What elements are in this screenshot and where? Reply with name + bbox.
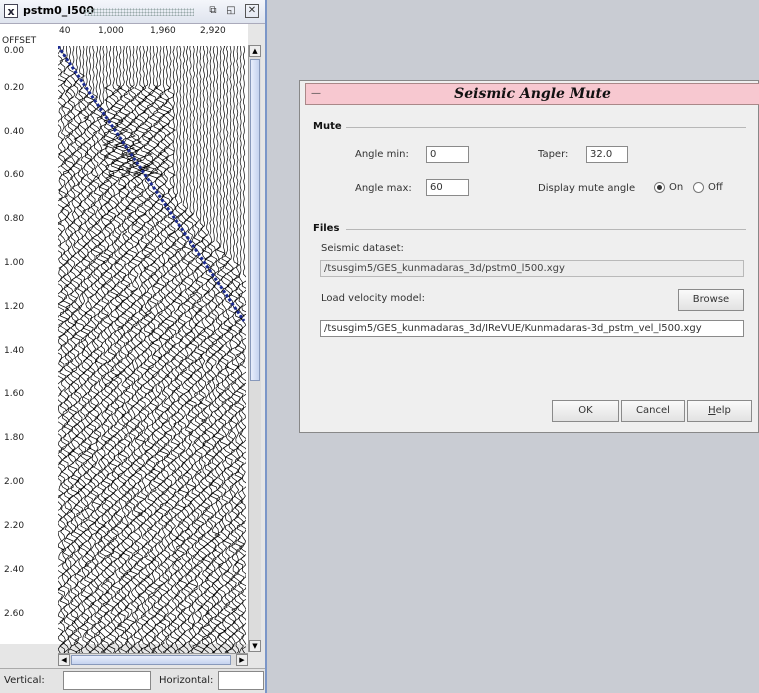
horizontal-label: Horizontal: [159,675,214,686]
window-menu-icon[interactable]: x [4,4,18,18]
scroll-down-icon[interactable]: ▼ [249,640,261,652]
radio-on-label: On [669,182,684,193]
maximize-icon[interactable]: ◱ [224,4,238,18]
y-tick-label: 2.00 [4,477,25,487]
radio-off-icon[interactable] [693,182,704,193]
ok-button[interactable]: OK [552,400,619,422]
y-tick-label: 0.20 [4,83,25,93]
mute-angle-line [58,46,246,322]
y-tick-label: 2.40 [4,565,25,575]
radio-on[interactable]: On [654,182,698,194]
browse-button[interactable]: Browse [678,289,744,311]
angle-max-label: Angle max: [355,183,412,194]
velocity-model-label: Load velocity model: [321,293,425,304]
files-section-title: Files [313,223,340,234]
vertical-label: Vertical: [4,675,45,686]
help-button[interactable]: Help [687,400,752,422]
radio-off-label: Off [708,182,723,193]
x-tick-label: 2,920 [200,26,226,36]
x-tick-label: 1,960 [150,26,176,36]
seismic-dataset-label: Seismic dataset: [321,243,404,254]
angle-max-input[interactable]: 60 [426,179,469,196]
y-tick-label: 0.60 [4,170,25,180]
seismic-trace [171,46,183,664]
cancel-button[interactable]: Cancel [621,400,685,422]
close-icon[interactable]: ✕ [245,4,259,18]
y-tick-label: 1.80 [4,433,25,443]
y-tick-label: 1.40 [4,346,25,356]
seismic-viewer-window: x pstm0_l500 ⧉ ◱ ✕ OFFSET 40 1,000 1,960… [0,0,267,693]
y-tick-label: 0.00 [4,46,25,56]
section-divider [346,127,746,128]
seismic-plot[interactable]: OFFSET 40 1,000 1,960 2,920 0.00 0.20 0.… [0,24,248,664]
y-tick-label: 1.20 [4,302,25,312]
help-mnemonic: H [708,405,716,416]
taper-label: Taper: [538,149,569,160]
help-label-rest: elp [715,405,731,416]
y-tick-label: 2.60 [4,609,25,619]
y-tick-label: 0.80 [4,214,25,224]
horizontal-field[interactable] [218,671,264,690]
vertical-field[interactable] [63,671,151,690]
velocity-model-input[interactable]: /tsusgim5/GES_kunmadaras_3d/IReVUE/Kunma… [320,320,744,337]
restore-icon[interactable]: ⧉ [206,4,220,18]
display-mute-angle-label: Display mute angle [538,183,636,194]
scroll-right-icon[interactable]: ▶ [236,654,248,666]
x-tick-label: 1,000 [98,26,124,36]
vertical-scroll-thumb[interactable] [250,59,260,381]
y-tick-label: 1.00 [4,258,25,268]
radio-on-icon[interactable] [654,182,665,193]
radio-off[interactable]: Off [693,182,733,194]
seismic-traces [58,46,246,664]
angle-min-input[interactable]: 0 [426,146,469,163]
x-tick-label: 40 [59,26,71,36]
section-divider [346,229,746,230]
scroll-up-icon[interactable]: ▲ [249,45,261,57]
offset-axis-label: OFFSET [2,36,37,46]
vertical-scrollbar[interactable]: ▲ ▼ [248,45,261,652]
titlebar-grip [84,8,194,16]
angle-min-label: Angle min: [355,149,409,160]
taper-input[interactable]: 32.0 [586,146,628,163]
status-bar: Vertical: Horizontal: [0,668,265,693]
y-tick-label: 2.20 [4,521,25,531]
mute-section-title: Mute [313,121,342,132]
viewer-titlebar[interactable]: x pstm0_l500 ⧉ ◱ ✕ [0,0,265,24]
y-tick-label: 0.40 [4,127,25,137]
seismic-dataset-field[interactable]: /tsusgim5/GES_kunmadaras_3d/pstm0_l500.x… [320,260,744,277]
dialog-title: Seismic Angle Mute [454,86,611,102]
seismic-angle-mute-dialog: — Seismic Angle Mute Mute Angle min: 0 T… [299,80,759,433]
horizontal-scrollbar[interactable]: ◀ ▶ [58,653,248,666]
y-tick-label: 1.60 [4,389,25,399]
scroll-left-icon[interactable]: ◀ [58,654,70,666]
dialog-titlebar[interactable]: — Seismic Angle Mute [305,83,759,105]
horizontal-scroll-thumb[interactable] [71,655,231,665]
